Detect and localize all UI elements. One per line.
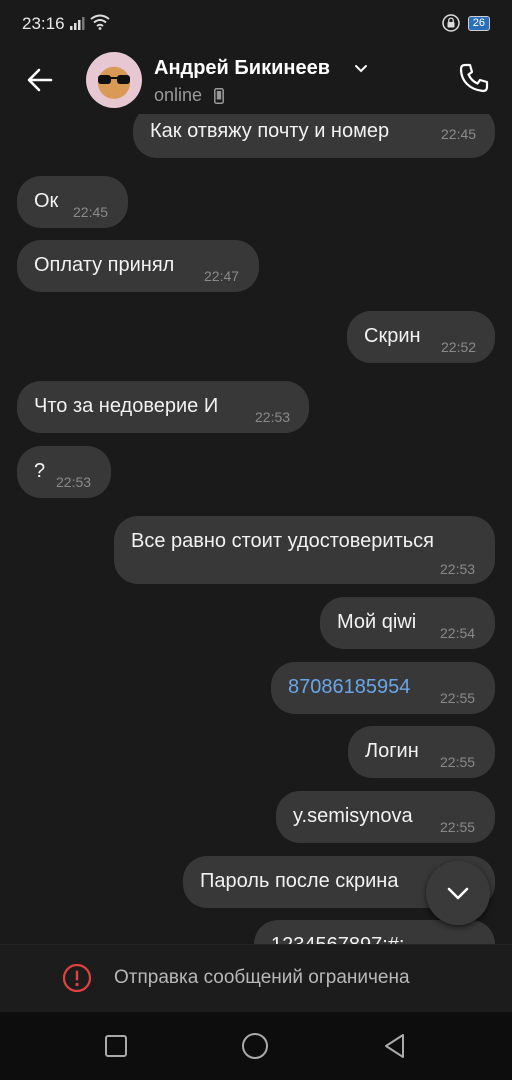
message-text: Все равно стоит удостовериться [131,530,434,552]
message-bubble-out[interactable]: Все равно стоит удостовериться 22:53 [114,516,495,584]
navigation-bar [0,1012,512,1080]
recents-icon[interactable] [102,1032,130,1060]
message-list[interactable]: Как отвяжу почту и номер 22:45 Ок 22:45 … [0,114,512,944]
message-bubble-in[interactable]: Ок 22:45 [17,176,128,228]
status-icons [70,14,111,35]
chevron-down-icon [447,887,469,900]
sunglasses-icon [98,75,130,84]
message-bubble-out[interactable]: Скрин 22:52 [347,311,495,363]
message-time: 22:54 [440,625,476,641]
message-bubble-in[interactable]: Что за недоверие И 22:53 [17,381,309,433]
message-time: 22:55 [440,754,476,770]
message-bubble-in[interactable]: Оплату принял 22:47 [17,240,259,292]
signal-icon [70,17,85,30]
message-bubble-out[interactable]: Логин 22:55 [348,726,495,778]
message-time: 22:55 [440,690,476,706]
home-icon[interactable] [241,1032,269,1060]
message-text: 1234567897;#; [271,934,404,944]
presence-status: online [154,85,203,105]
message-text: Логин [365,740,419,762]
status-bar: 23:16 26 [0,0,512,50]
message-bubble-out[interactable]: Мой qiwi 22:54 [320,597,495,649]
message-time: 22:47 [204,268,240,284]
phone-number-link[interactable]: 87086185954 [288,676,410,699]
message-text: Ок [34,190,59,212]
back-icon[interactable] [381,1032,409,1060]
message-bubble-out[interactable]: 87086185954 22:55 [271,662,495,714]
chat-header: Андрей Бикинеев online [0,50,512,114]
message-text: Пароль после скрина [200,870,399,892]
message-time: 22:53 [255,409,291,425]
message-text: Оплату принял [34,254,175,276]
warning-icon [62,963,92,993]
message-time: 22:45 [441,126,477,142]
message-text: Что за недоверие И [34,395,219,417]
avatar[interactable] [86,52,142,108]
message-time: 22:55 [440,819,476,835]
restriction-text: Отправка сообщений ограничена [114,967,410,988]
chevron-down-icon[interactable] [353,60,369,76]
messaging-restricted-bar: Отправка сообщений ограничена [0,944,512,1013]
message-text: y.semisynova [293,805,413,827]
message-bubble-out[interactable]: y.semisynova 22:55 [276,791,495,843]
message-text: ? [34,460,46,482]
message-time: 22:52 [441,339,477,355]
status-right: 26 [442,14,490,32]
status-time: 23:16 [22,14,65,33]
message-text: Как отвяжу почту и номер [150,120,390,142]
message-time: 22:53 [56,474,92,490]
message-text: Скрин [364,325,421,347]
back-arrow-icon[interactable] [22,62,58,98]
phone-device-icon [214,88,224,104]
message-bubble-in[interactable]: ? 22:53 [17,446,111,498]
scroll-to-bottom-button[interactable] [426,861,490,925]
message-time: 22:45 [73,204,109,220]
message-text: Мой qiwi [337,611,417,633]
call-icon[interactable] [456,60,492,96]
lock-icon [442,14,460,32]
message-bubble-out[interactable]: Как отвяжу почту и номер 22:45 [133,114,495,158]
contact-name[interactable]: Андрей Бикинеев [154,57,330,80]
wifi-icon [90,14,111,30]
message-time: 22:53 [440,561,476,577]
battery-icon: 26 [467,15,490,31]
